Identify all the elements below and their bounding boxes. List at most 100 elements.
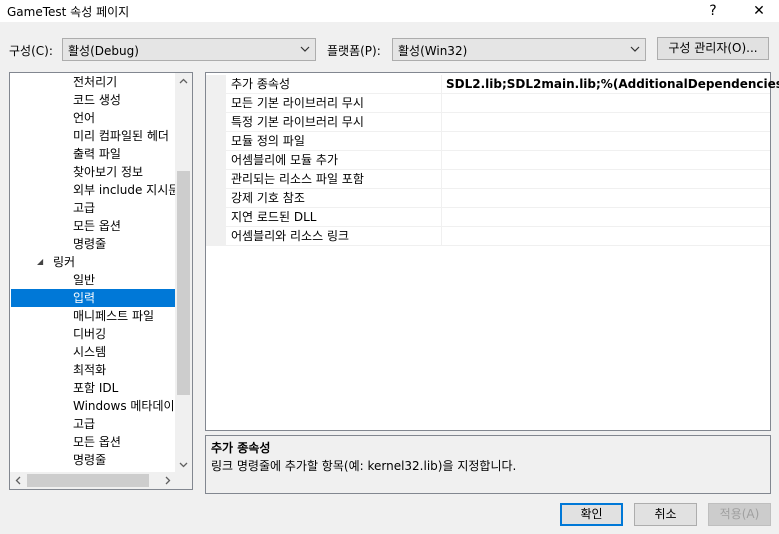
tree-item[interactable]: 외부 include 지시문	[11, 181, 176, 199]
tree-item[interactable]: 명령줄	[11, 451, 176, 469]
tree-item[interactable]: 출력 파일	[11, 145, 176, 163]
property-name: 추가 종속성	[226, 75, 442, 94]
platform-label: 플랫폼(P):	[327, 44, 381, 58]
tree-item[interactable]: 최적화	[11, 361, 176, 379]
tree-vertical-scrollbar[interactable]	[175, 73, 192, 473]
tree-item-label: 일반	[73, 273, 96, 287]
scroll-left-icon[interactable]	[10, 472, 27, 489]
tree-item[interactable]: 고급	[11, 415, 176, 433]
property-row[interactable]: 모듈 정의 파일	[206, 132, 770, 151]
apply-button[interactable]: 적용(A)	[708, 503, 771, 526]
tree-item-label: 입력	[73, 291, 96, 305]
platform-dropdown[interactable]: 활성(Win32)	[392, 38, 646, 61]
row-gutter	[206, 227, 226, 246]
help-button[interactable]: ?	[693, 0, 733, 22]
tree-item[interactable]: Windows 메타데이터	[11, 397, 176, 415]
property-name: 특정 기본 라이브러리 무시	[226, 113, 442, 132]
property-value[interactable]	[442, 189, 770, 208]
property-value[interactable]	[442, 94, 770, 113]
row-gutter	[206, 94, 226, 113]
tree-item[interactable]: 디버깅	[11, 325, 176, 343]
tree-item-label: 언어	[73, 111, 96, 125]
tree-item-label: 코드 생성	[73, 93, 121, 107]
property-row[interactable]: 특정 기본 라이브러리 무시	[206, 113, 770, 132]
property-name: 관리되는 리소스 파일 포함	[226, 170, 442, 189]
tree-item-label: 명령줄	[73, 237, 107, 251]
tree-item-label: Windows 메타데이터	[73, 399, 176, 413]
tree-item[interactable]: 전처리기	[11, 73, 176, 91]
property-name: 지연 로드된 DLL	[226, 208, 442, 227]
property-value[interactable]	[442, 208, 770, 227]
property-row[interactable]: 강제 기호 참조	[206, 189, 770, 208]
row-gutter	[206, 132, 226, 151]
ok-button[interactable]: 확인	[560, 503, 623, 526]
tree-item[interactable]: 시스템	[11, 343, 176, 361]
property-name: 모듈 정의 파일	[226, 132, 442, 151]
expand-collapse-icon[interactable]: ◢	[37, 253, 43, 271]
config-manager-button[interactable]: 구성 관리자(O)...	[657, 37, 769, 60]
tree-item[interactable]: 명령줄	[11, 235, 176, 253]
platform-value: 활성(Win32)	[398, 44, 468, 58]
title-bar: GameTest 속성 페이지 ? ✕	[0, 0, 779, 22]
property-value[interactable]	[442, 113, 770, 132]
property-value[interactable]	[442, 132, 770, 151]
tree-item[interactable]: 매니페스트 파일	[11, 307, 176, 325]
tree-item-label: 최적화	[73, 363, 107, 377]
scroll-right-icon[interactable]	[159, 472, 176, 489]
tree-item-label: 매니페스트 파일	[73, 309, 155, 323]
tree-item[interactable]: 고급	[11, 199, 176, 217]
tree-item[interactable]: 모든 옵션	[11, 217, 176, 235]
tree-item-label: 모든 옵션	[73, 219, 121, 233]
scroll-down-icon[interactable]	[175, 456, 192, 473]
property-grid[interactable]: 추가 종속성 SDL2.lib;SDL2main.lib;%(Additional…	[205, 72, 779, 431]
property-name: 어셈블리와 리소스 링크	[226, 227, 442, 246]
tree-item[interactable]: 언어	[11, 109, 176, 127]
cancel-button[interactable]: 취소	[634, 503, 697, 526]
tree-item-label: 명령줄	[73, 453, 107, 467]
row-gutter	[206, 75, 226, 94]
close-button[interactable]: ✕	[739, 0, 779, 22]
tree-item[interactable]: 미리 컴파일된 헤더	[11, 127, 176, 145]
row-gutter	[206, 208, 226, 227]
property-row[interactable]: 지연 로드된 DLL	[206, 208, 770, 227]
tree-item-label: 외부 include 지시문	[73, 183, 176, 197]
chevron-down-icon	[300, 46, 310, 52]
scroll-thumb[interactable]	[177, 171, 190, 395]
description-title: 추가 종속성	[211, 441, 271, 455]
tree-item-label: 시스템	[73, 345, 107, 359]
window-title: GameTest 속성 페이지	[7, 5, 130, 19]
property-row[interactable]: 관리되는 리소스 파일 포함	[206, 170, 770, 189]
property-row[interactable]: 어셈블리와 리소스 링크	[206, 227, 770, 246]
tree-item[interactable]: 찾아보기 정보	[11, 163, 176, 181]
config-dropdown[interactable]: 활성(Debug)	[62, 38, 316, 61]
tree-item[interactable]: 코드 생성	[11, 91, 176, 109]
tree-item[interactable]: 모든 옵션	[11, 433, 176, 451]
description-text: 링크 명령줄에 추가할 항목(예: kernel32.lib)을 지정합니다.	[211, 459, 517, 473]
scroll-up-icon[interactable]	[175, 73, 192, 90]
config-label: 구성(C):	[9, 44, 53, 58]
property-row[interactable]: 어셈블리에 모듈 추가	[206, 151, 770, 170]
property-value[interactable]: SDL2.lib;SDL2main.lib;%(AdditionalDepend…	[442, 75, 779, 94]
tree-item[interactable]: 입력	[11, 289, 176, 307]
row-gutter	[206, 113, 226, 132]
property-name: 어셈블리에 모듈 추가	[226, 151, 442, 170]
row-gutter	[206, 151, 226, 170]
tree-item-label: 미리 컴파일된 헤더	[73, 129, 169, 143]
tree-item-label: 모든 옵션	[73, 435, 121, 449]
chevron-down-icon	[630, 46, 640, 52]
tree-horizontal-scrollbar[interactable]	[10, 472, 176, 489]
hscroll-thumb[interactable]	[27, 474, 149, 487]
property-row[interactable]: 추가 종속성 SDL2.lib;SDL2main.lib;%(Additional…	[206, 75, 779, 94]
row-gutter	[206, 189, 226, 208]
property-value[interactable]	[442, 170, 770, 189]
category-tree[interactable]: 전처리기코드 생성언어미리 컴파일된 헤더출력 파일 찾아보기 정보외부 incl…	[9, 72, 193, 490]
tree-item[interactable]: 일반	[11, 271, 176, 289]
tree-item-label: 디버깅	[73, 327, 107, 341]
tree-item-label: 포함 IDL	[73, 381, 119, 395]
property-value[interactable]	[442, 151, 770, 170]
tree-item[interactable]: 포함 IDL	[11, 379, 176, 397]
property-name: 강제 기호 참조	[226, 189, 442, 208]
property-row[interactable]: 모든 기본 라이브러리 무시	[206, 94, 770, 113]
tree-item[interactable]: ◢ 링커	[11, 253, 176, 271]
property-value[interactable]	[442, 227, 770, 246]
